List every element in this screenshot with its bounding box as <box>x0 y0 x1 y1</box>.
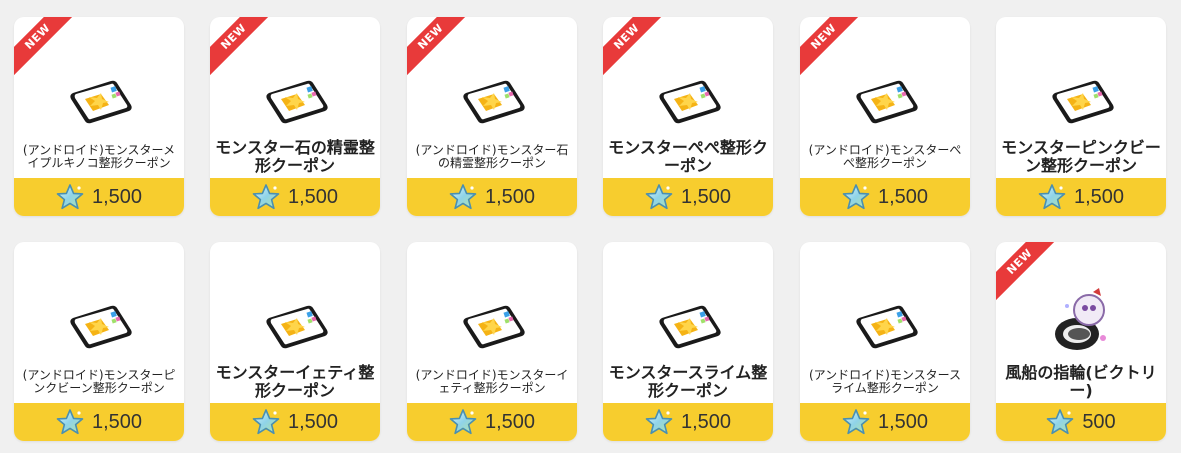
coupon-icon <box>463 305 525 349</box>
star-icon <box>1047 409 1074 435</box>
shop-item-card-2[interactable]: NEW モンスター石の精霊整形クーポン 1,500 <box>210 17 380 216</box>
star-icon <box>252 184 280 210</box>
coupon-icon <box>463 80 525 124</box>
shop-item-card-9[interactable]: (アンドロイド)モンスターイェティ整形クーポン 1,500 <box>407 242 577 441</box>
item-name: (アンドロイド)モンスターイェティ整形クーポン <box>415 367 569 395</box>
price-bar: 1,500 <box>407 178 577 216</box>
item-price: 1,500 <box>484 185 536 208</box>
star-icon <box>449 184 477 210</box>
item-name: モンスターピンクビーン整形クーポン <box>1001 138 1161 175</box>
coupon-icon <box>70 80 132 124</box>
item-name: モンスター石の精霊整形クーポン <box>215 138 375 175</box>
star-icon <box>56 184 84 210</box>
price-bar: 1,500 <box>14 403 184 441</box>
item-name: 風船の指輪(ビクトリー) <box>1005 363 1157 400</box>
shop-item-card-8[interactable]: モンスターイェティ整形クーポン 1,500 <box>210 242 380 441</box>
coupon-icon <box>266 80 328 124</box>
price-bar: 1,500 <box>407 403 577 441</box>
item-name: モンスターイェティ整形クーポン <box>215 363 375 400</box>
item-name: モンスターぺぺ整形クーポン <box>608 138 768 175</box>
shop-item-card-12[interactable]: NEW 風船の指輪(ビクトリー) 500 <box>996 242 1166 441</box>
shop-item-grid: NEW (アンドロイド)モンスターメイプルキノコ整形クーポン 1,500 NEW… <box>0 0 1181 453</box>
price-bar: 1,500 <box>603 178 773 216</box>
coupon-icon <box>659 305 721 349</box>
star-icon <box>56 409 84 435</box>
item-price: 1,500 <box>680 185 732 208</box>
star-icon <box>252 409 280 435</box>
item-name: (アンドロイド)モンスターメイプルキノコ整形クーポン <box>22 142 176 170</box>
price-bar: 500 <box>996 403 1166 441</box>
item-price: 1,500 <box>877 410 929 433</box>
shop-item-card-11[interactable]: (アンドロイド)モンスタースライム整形クーポン 1,500 <box>800 242 970 441</box>
coupon-icon <box>659 80 721 124</box>
item-price: 1,500 <box>287 410 339 433</box>
item-name: (アンドロイド)モンスターピンクビーン整形クーポン <box>22 367 176 395</box>
star-icon <box>1038 184 1066 210</box>
star-icon <box>645 409 673 435</box>
item-price: 1,500 <box>1073 185 1125 208</box>
price-bar: 1,500 <box>996 178 1166 216</box>
star-icon <box>449 409 477 435</box>
item-price: 1,500 <box>877 185 929 208</box>
item-price: 1,500 <box>91 410 143 433</box>
star-icon <box>842 409 870 435</box>
item-price: 1,500 <box>484 410 536 433</box>
price-bar: 1,500 <box>603 403 773 441</box>
shop-item-card-5[interactable]: NEW (アンドロイド)モンスターぺぺ整形クーポン 1,500 <box>800 17 970 216</box>
item-name: (アンドロイド)モンスタースライム整形クーポン <box>808 367 962 395</box>
item-name: (アンドロイド)モンスターぺぺ整形クーポン <box>808 142 962 170</box>
price-bar: 1,500 <box>800 178 970 216</box>
coupon-icon <box>266 305 328 349</box>
coupon-icon <box>1052 80 1114 124</box>
item-price: 1,500 <box>91 185 143 208</box>
star-icon <box>645 184 673 210</box>
coupon-icon <box>70 305 132 349</box>
item-price: 1,500 <box>680 410 732 433</box>
item-price: 1,500 <box>287 185 339 208</box>
price-bar: 1,500 <box>210 178 380 216</box>
price-bar: 1,500 <box>800 403 970 441</box>
coupon-icon <box>856 80 918 124</box>
shop-item-card-6[interactable]: モンスターピンクビーン整形クーポン 1,500 <box>996 17 1166 216</box>
shop-item-card-3[interactable]: NEW (アンドロイド)モンスター石の精霊整形クーポン 1,500 <box>407 17 577 216</box>
shop-item-card-4[interactable]: NEW モンスターぺぺ整形クーポン 1,500 <box>603 17 773 216</box>
shop-item-card-7[interactable]: (アンドロイド)モンスターピンクビーン整形クーポン 1,500 <box>14 242 184 441</box>
shop-item-card-1[interactable]: NEW (アンドロイド)モンスターメイプルキノコ整形クーポン 1,500 <box>14 17 184 216</box>
item-name: モンスタースライム整形クーポン <box>608 363 768 400</box>
price-bar: 1,500 <box>210 403 380 441</box>
item-price: 500 <box>1082 410 1116 433</box>
item-name: (アンドロイド)モンスター石の精霊整形クーポン <box>415 142 569 170</box>
star-icon <box>842 184 870 210</box>
price-bar: 1,500 <box>14 178 184 216</box>
balloon-ring-icon <box>1055 288 1106 350</box>
coupon-icon <box>856 305 918 349</box>
shop-item-card-10[interactable]: モンスタースライム整形クーポン 1,500 <box>603 242 773 441</box>
